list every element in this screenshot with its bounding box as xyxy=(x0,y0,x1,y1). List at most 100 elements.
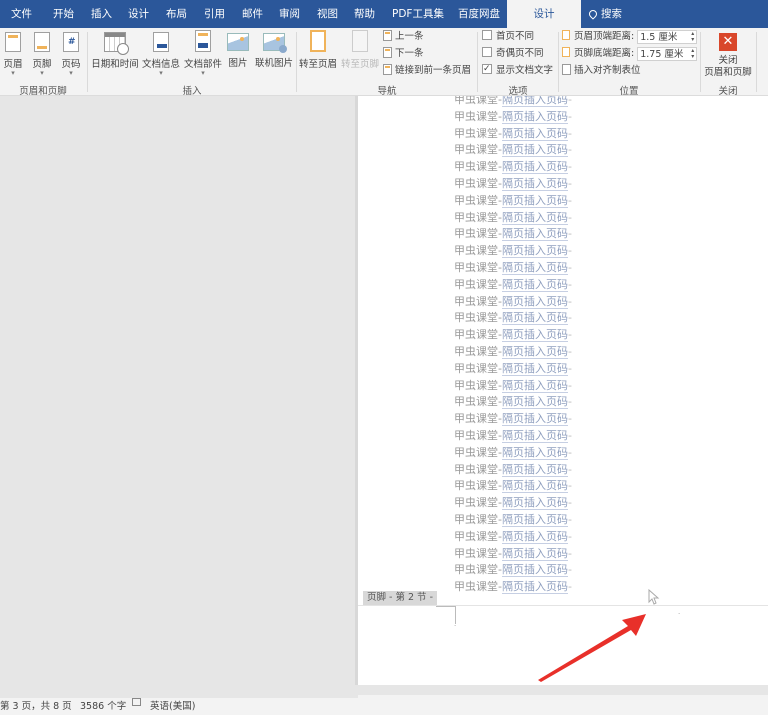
paragraph-mark: - xyxy=(567,395,572,409)
document-line[interactable]: 甲虫课堂-隔页插入页码- xyxy=(454,411,572,428)
go-to-header-button[interactable]: 转至页眉 xyxy=(298,30,338,70)
tab-layout[interactable]: 布局 xyxy=(166,0,187,28)
document-line[interactable]: 甲虫课堂-隔页插入页码- xyxy=(454,562,572,579)
document-line[interactable]: 甲虫课堂-隔页插入页码- xyxy=(454,378,572,395)
quick-parts-button[interactable]: 文档部件 ▾ xyxy=(183,30,223,77)
document-line[interactable]: 甲虫课堂-隔页插入页码- xyxy=(454,495,572,512)
checkbox-unchecked-icon xyxy=(482,30,492,40)
document-line[interactable]: 甲虫课堂-隔页插入页码- xyxy=(454,96,572,109)
tab-references[interactable]: 引用 xyxy=(204,0,225,28)
document-line[interactable]: 甲虫课堂-隔页插入页码- xyxy=(454,529,572,546)
page-number-button[interactable]: 页码 ▾ xyxy=(60,32,82,77)
line-prefix: 甲虫课堂- xyxy=(454,210,502,224)
document-line[interactable]: 甲虫课堂-隔页插入页码- xyxy=(454,462,572,479)
line-highlighted-text: 隔页插入页码 xyxy=(501,244,568,259)
tab-review[interactable]: 审阅 xyxy=(279,0,300,28)
header-icon xyxy=(5,32,21,52)
document-line[interactable]: 甲虫课堂-隔页插入页码- xyxy=(454,226,572,243)
document-line[interactable]: 甲虫课堂-隔页插入页码- xyxy=(454,243,572,260)
line-prefix: 甲虫课堂- xyxy=(454,395,502,409)
line-highlighted-text: 隔页插入页码 xyxy=(501,512,568,527)
document-line[interactable]: 甲虫课堂-隔页插入页码- xyxy=(454,478,572,495)
document-line[interactable]: 甲虫课堂-隔页插入页码- xyxy=(454,445,572,462)
go-to-footer-button[interactable]: 转至页脚 xyxy=(340,30,380,70)
word-count-status[interactable]: 3586 个字 xyxy=(80,698,126,715)
line-highlighted-text: 隔页插入页码 xyxy=(501,227,568,242)
line-prefix: 甲虫课堂- xyxy=(454,378,502,392)
page-count-status[interactable]: 第 3 页，共 8 页 xyxy=(0,698,72,715)
paragraph-mark: - xyxy=(567,512,572,526)
document-line[interactable]: 甲虫课堂-隔页插入页码- xyxy=(454,327,572,344)
link-to-previous-button[interactable]: 链接到前一条页眉 xyxy=(383,64,471,78)
document-line[interactable]: 甲虫课堂-隔页插入页码- xyxy=(454,277,572,294)
document-info-button[interactable]: 文档信息 ▾ xyxy=(141,32,181,77)
tab-baidu-netdisk[interactable]: 百度网盘 xyxy=(458,0,500,28)
line-highlighted-text: 隔页插入页码 xyxy=(501,328,568,343)
document-line[interactable]: 甲虫课堂-隔页插入页码- xyxy=(454,294,572,311)
go-to-header-label: 转至页眉 xyxy=(298,59,337,70)
document-line[interactable]: 甲虫课堂-隔页插入页码- xyxy=(454,428,572,445)
tab-help[interactable]: 帮助 xyxy=(354,0,375,28)
insert-alignment-tab-label: 插入对齐制表位 xyxy=(574,65,641,76)
line-prefix: 甲虫课堂- xyxy=(454,462,502,476)
document-page[interactable]: 甲虫课堂-隔页插入页码- 甲虫课堂-隔页插入页码- 甲虫课堂-隔页插入页码- 甲虫课堂… xyxy=(358,96,768,685)
footer-paragraph-mark: . xyxy=(454,620,457,628)
tab-search[interactable]: 搜索 xyxy=(587,0,622,28)
line-highlighted-text: 隔页插入页码 xyxy=(501,126,568,141)
document-line[interactable]: 甲虫课堂-隔页插入页码- xyxy=(454,512,572,529)
document-line[interactable]: 甲虫课堂-隔页插入页码- xyxy=(454,310,572,327)
line-prefix: 甲虫课堂- xyxy=(454,193,502,207)
next-button[interactable]: 下一条 xyxy=(383,47,424,61)
document-line[interactable]: 甲虫课堂-隔页插入页码- xyxy=(454,260,572,277)
footer-button[interactable]: 页脚 ▾ xyxy=(31,32,53,77)
tab-pdf-tools[interactable]: PDF工具集 xyxy=(392,0,444,28)
date-time-button[interactable]: 日期和时间 xyxy=(90,32,140,70)
line-highlighted-text: 隔页插入页码 xyxy=(501,462,568,477)
different-odd-even-checkbox[interactable]: 奇偶页不同 xyxy=(482,47,544,61)
tab-view[interactable]: 视图 xyxy=(317,0,338,28)
insert-alignment-tab-button[interactable]: 插入对齐制表位 xyxy=(562,64,641,78)
paragraph-mark: - xyxy=(567,361,572,375)
document-line[interactable]: 甲虫课堂-隔页插入页码- xyxy=(454,159,572,176)
close-icon: ✕ xyxy=(719,33,737,51)
document-line[interactable]: 甲虫课堂-隔页插入页码- xyxy=(454,344,572,361)
line-highlighted-text: 隔页插入页码 xyxy=(501,294,568,309)
footer-from-bottom-input[interactable]: 1.75 厘米 ▴ ▾ xyxy=(637,47,698,61)
online-picture-button[interactable]: 联机图片 xyxy=(253,33,295,69)
paragraph-mark: - xyxy=(567,496,572,510)
previous-section-icon xyxy=(383,30,392,41)
tab-mailings[interactable]: 邮件 xyxy=(242,0,263,28)
document-line[interactable]: 甲虫课堂-隔页插入页码- xyxy=(454,579,572,596)
document-line[interactable]: 甲虫课堂-隔页插入页码- xyxy=(454,546,572,563)
different-first-page-checkbox[interactable]: 首页不同 xyxy=(482,30,534,44)
tab-design[interactable]: 设计 xyxy=(128,0,149,28)
show-document-text-checkbox[interactable]: 显示文档文字 xyxy=(482,62,553,78)
document-line[interactable]: 甲虫课堂-隔页插入页码- xyxy=(454,210,572,227)
spin-arrows-icon[interactable]: ▴ ▾ xyxy=(691,31,694,43)
document-line[interactable]: 甲虫课堂-隔页插入页码- xyxy=(454,109,572,126)
line-highlighted-text: 隔页插入页码 xyxy=(501,143,568,158)
picture-button[interactable]: 图片 xyxy=(226,33,250,69)
document-line[interactable]: 甲虫课堂-隔页插入页码- xyxy=(454,394,572,411)
language-status[interactable]: 英语(美国) xyxy=(150,698,195,715)
tab-header-footer-design[interactable]: 设计 xyxy=(507,0,581,28)
group-label-navigation: 导航 xyxy=(377,86,397,97)
document-line[interactable]: 甲虫课堂-隔页插入页码- xyxy=(454,176,572,193)
document-line[interactable]: 甲虫课堂-隔页插入页码- xyxy=(454,361,572,378)
previous-button[interactable]: 上一条 xyxy=(383,30,424,44)
document-line[interactable]: 甲虫课堂-隔页插入页码- xyxy=(454,142,572,159)
line-prefix: 甲虫课堂- xyxy=(454,328,502,342)
document-line[interactable]: 甲虫课堂-隔页插入页码- xyxy=(454,193,572,210)
document-line[interactable]: 甲虫课堂-隔页插入页码- xyxy=(454,126,572,143)
date-time-icon xyxy=(104,32,129,55)
document-body[interactable]: 甲虫课堂-隔页插入页码- 甲虫课堂-隔页插入页码- 甲虫课堂-隔页插入页码- 甲虫课堂… xyxy=(454,96,572,596)
close-header-footer-button[interactable]: ✕ 关闭 页眉和页脚 xyxy=(701,33,755,79)
spin-arrows-icon[interactable]: ▴ ▾ xyxy=(691,48,694,60)
header-button[interactable]: 页眉 ▾ xyxy=(2,32,24,77)
mouse-cursor-icon xyxy=(648,589,660,605)
tab-home[interactable]: 开始 xyxy=(53,0,74,28)
tab-file[interactable]: 文件 xyxy=(11,0,32,28)
line-highlighted-text: 隔页插入页码 xyxy=(501,428,568,443)
header-from-top-input[interactable]: 1.5 厘米 ▴ ▾ xyxy=(637,30,698,44)
tab-insert[interactable]: 插入 xyxy=(91,0,112,28)
